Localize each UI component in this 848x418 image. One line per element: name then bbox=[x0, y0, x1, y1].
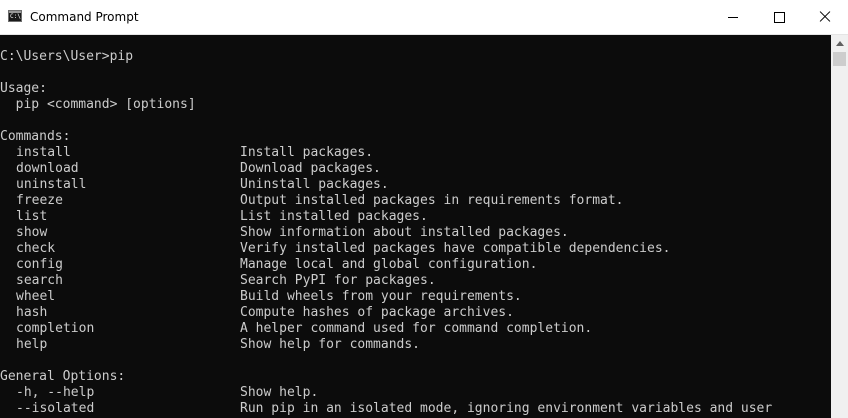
prompt-line: C:\Users\User>pip bbox=[0, 49, 134, 64]
option-row: --isolated Run pip in an isolated mode, i… bbox=[0, 401, 772, 417]
close-button[interactable] bbox=[802, 0, 848, 34]
command-desc: Uninstall packages. bbox=[240, 177, 389, 192]
scroll-thumb[interactable] bbox=[833, 52, 846, 66]
command-name: freeze bbox=[16, 193, 63, 208]
command-desc: Show help for commands. bbox=[240, 337, 421, 352]
command-row: wheel Build wheels from your requirements… bbox=[0, 289, 522, 305]
command-row: uninstall Uninstall packages. bbox=[0, 177, 389, 193]
close-icon bbox=[819, 11, 831, 23]
command-desc: List installed packages. bbox=[240, 209, 428, 224]
usage-line: pip <command> [options] bbox=[0, 97, 196, 112]
command-desc: Build wheels from your requirements. bbox=[240, 289, 522, 304]
usage-header: Usage: bbox=[0, 81, 47, 96]
command-desc: Install packages. bbox=[240, 145, 374, 160]
scroll-up-arrow-icon[interactable] bbox=[831, 35, 848, 52]
command-row: freeze Output installed packages in requi… bbox=[0, 193, 624, 209]
command-row: hash Compute hashes of package archives. bbox=[0, 305, 514, 321]
command-name: config bbox=[16, 257, 63, 272]
command-row: search Search PyPI for packages. bbox=[0, 273, 436, 289]
command-prompt-window: C:\. Command Prompt C:\Users\User>pip Us… bbox=[0, 0, 848, 418]
command-desc: Output installed packages in requirement… bbox=[240, 193, 624, 208]
command-row: config Manage local and global configurat… bbox=[0, 257, 537, 273]
command-name: download bbox=[16, 161, 79, 176]
console-output[interactable]: C:\Users\User>pip Usage: pip <command> [… bbox=[0, 35, 831, 418]
minimize-button[interactable] bbox=[710, 0, 756, 34]
command-name: install bbox=[16, 145, 71, 160]
maximize-icon bbox=[774, 12, 785, 23]
command-name: hash bbox=[16, 305, 48, 320]
caption-buttons bbox=[710, 0, 848, 34]
option-name: --isolated bbox=[16, 401, 95, 416]
option-desc: Run pip in an isolated mode, ignoring en… bbox=[240, 401, 773, 416]
command-name: search bbox=[16, 273, 63, 288]
command-row: completion A helper command used for comm… bbox=[0, 321, 592, 337]
command-row: show Show information about installed pac… bbox=[0, 225, 569, 241]
command-name: check bbox=[16, 241, 56, 256]
command-row: check Verify installed packages have comp… bbox=[0, 241, 670, 257]
command-name: help bbox=[16, 337, 48, 352]
command-row: download Download packages. bbox=[0, 161, 381, 177]
option-row: -h, --help Show help. bbox=[0, 385, 318, 401]
command-name: uninstall bbox=[16, 177, 87, 192]
command-desc: Verify installed packages have compatibl… bbox=[240, 241, 671, 256]
command-row: install Install packages. bbox=[0, 145, 373, 161]
title-bar[interactable]: C:\. Command Prompt bbox=[0, 0, 848, 35]
option-desc: Show help. bbox=[240, 385, 319, 400]
command-row: list List installed packages. bbox=[0, 209, 428, 225]
command-row: help Show help for commands. bbox=[0, 337, 420, 353]
command-desc: A helper command used for command comple… bbox=[240, 321, 593, 336]
commands-header: Commands: bbox=[0, 129, 71, 144]
command-desc: Compute hashes of package archives. bbox=[240, 305, 514, 320]
window-title: Command Prompt bbox=[30, 10, 139, 24]
maximize-button[interactable] bbox=[756, 0, 802, 34]
command-name: completion bbox=[16, 321, 95, 336]
command-name: show bbox=[16, 225, 48, 240]
command-desc: Manage local and global configuration. bbox=[240, 257, 538, 272]
command-name: list bbox=[16, 209, 48, 224]
minimize-icon bbox=[728, 17, 738, 18]
command-desc: Show information about installed package… bbox=[240, 225, 569, 240]
command-name: wheel bbox=[16, 289, 56, 304]
option-name: -h, --help bbox=[16, 385, 95, 400]
icon-glyph: C:\. bbox=[10, 13, 25, 20]
command-desc: Search PyPI for packages. bbox=[240, 273, 436, 288]
command-desc: Download packages. bbox=[240, 161, 381, 176]
command-prompt-icon[interactable]: C:\. bbox=[8, 10, 25, 22]
general-options-header: General Options: bbox=[0, 369, 126, 384]
vertical-scrollbar[interactable] bbox=[831, 35, 848, 418]
